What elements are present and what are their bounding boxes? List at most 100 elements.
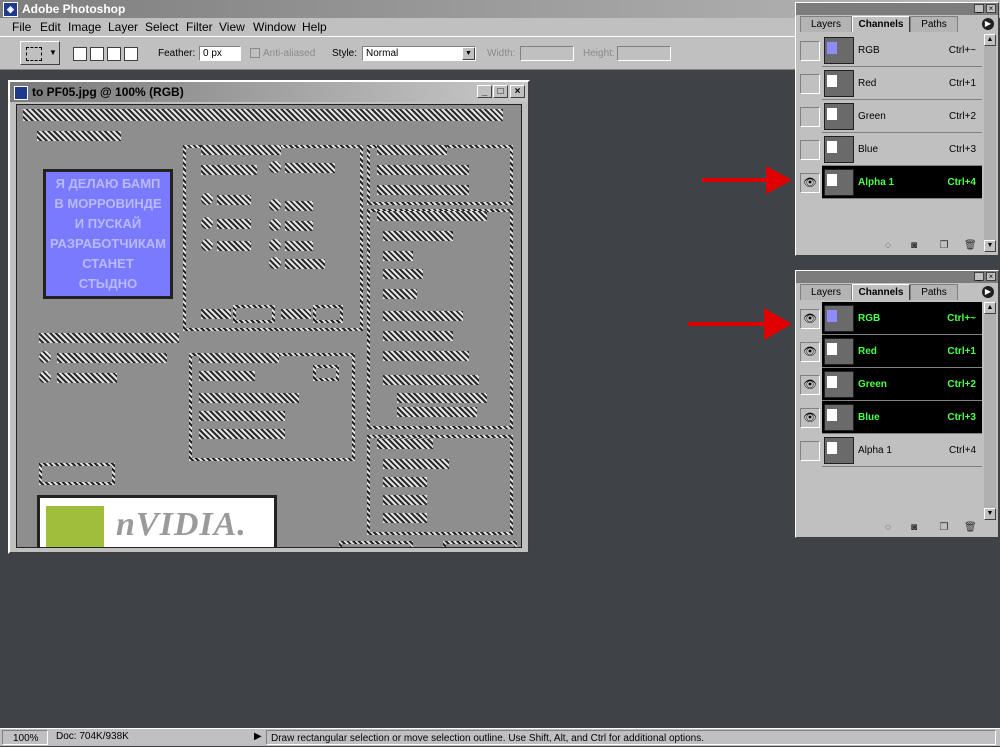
- visibility-toggle[interactable]: [800, 441, 820, 461]
- image-radio: [269, 257, 281, 269]
- image-label: [199, 371, 255, 381]
- channel-info[interactable]: Alpha 1 Ctrl+4: [822, 434, 982, 467]
- channel-info[interactable]: RGB Ctrl+~: [822, 34, 982, 67]
- tab-channels[interactable]: Channels: [852, 16, 910, 32]
- tab-layers[interactable]: Layers: [800, 284, 852, 300]
- panel-menu-icon[interactable]: ▶: [982, 18, 994, 30]
- new-channel-icon[interactable]: ❐: [938, 240, 950, 252]
- panel-title-bar[interactable]: _ ×: [796, 271, 998, 283]
- scroll-up-icon[interactable]: ▲: [984, 34, 996, 46]
- eye-icon[interactable]: 👁: [800, 408, 820, 428]
- channel-info[interactable]: Red Ctrl+1: [822, 335, 982, 368]
- menu-select[interactable]: Select: [145, 18, 178, 36]
- channel-row-red[interactable]: Red Ctrl+1: [798, 67, 1000, 100]
- scrollbar[interactable]: ▲ ▼: [984, 302, 996, 520]
- image-radio: [39, 371, 51, 383]
- play-arrow-icon[interactable]: ▶: [254, 729, 262, 745]
- tab-channels[interactable]: Channels: [852, 284, 910, 300]
- close-panel-button[interactable]: ×: [986, 4, 996, 13]
- minimize-panel-button[interactable]: _: [974, 4, 984, 13]
- scroll-up-icon[interactable]: ▲: [984, 302, 996, 314]
- channel-info[interactable]: Blue Ctrl+3: [822, 401, 982, 434]
- scroll-down-icon[interactable]: ▼: [984, 508, 996, 520]
- channel-shortcut: Ctrl+1: [949, 78, 976, 89]
- nvidia-logo-text: nVIDIA.: [116, 506, 247, 543]
- tab-paths[interactable]: Paths: [910, 16, 958, 32]
- channel-thumbnail: [824, 103, 854, 130]
- save-selection-icon[interactable]: ◙: [908, 240, 920, 252]
- minimize-button[interactable]: _: [477, 85, 492, 98]
- preview-line-1: Я ДЕЛАЮ БАМП: [55, 176, 161, 191]
- save-selection-icon[interactable]: ◙: [908, 522, 920, 534]
- image-label: [377, 439, 433, 449]
- height-input[interactable]: [617, 46, 671, 61]
- style-select[interactable]: Normal ▼: [362, 46, 476, 61]
- menu-window[interactable]: Window: [253, 18, 296, 36]
- visibility-toggle[interactable]: [800, 140, 820, 160]
- channel-row-red[interactable]: 👁 Red Ctrl+1: [798, 335, 1000, 368]
- menu-edit[interactable]: Edit: [40, 18, 61, 36]
- feather-input[interactable]: 0 px: [199, 46, 241, 61]
- channels-panel-bottom[interactable]: _ × Layers Channels Paths ▶ 👁 RGB Ctrl+~…: [795, 270, 999, 538]
- width-input[interactable]: [520, 46, 574, 61]
- channel-row-alpha[interactable]: Alpha 1 Ctrl+4: [798, 434, 1000, 467]
- antialiased-checkbox[interactable]: [250, 48, 260, 58]
- tab-paths[interactable]: Paths: [910, 284, 958, 300]
- menu-help[interactable]: Help: [302, 18, 327, 36]
- visibility-toggle[interactable]: [800, 107, 820, 127]
- load-selection-icon[interactable]: ◌: [882, 522, 894, 534]
- channels-panel-top[interactable]: _ × Layers Channels Paths ▶ RGB Ctrl+~ R…: [795, 2, 999, 256]
- trash-icon[interactable]: 🗑: [964, 522, 977, 534]
- eye-icon[interactable]: 👁: [800, 375, 820, 395]
- channel-shortcut: Ctrl+4: [949, 445, 976, 456]
- menu-layer[interactable]: Layer: [108, 18, 138, 36]
- menu-image[interactable]: Image: [68, 18, 101, 36]
- close-panel-button[interactable]: ×: [986, 272, 996, 281]
- channel-row-green[interactable]: 👁 Green Ctrl+2: [798, 368, 1000, 401]
- document-title-bar[interactable]: to PF05.jpg @ 100% (RGB) _ □ ×: [10, 82, 528, 102]
- trash-icon[interactable]: 🗑: [964, 240, 977, 252]
- load-selection-icon[interactable]: ◌: [882, 240, 894, 252]
- menu-file[interactable]: File: [12, 18, 31, 36]
- channel-row-rgb[interactable]: RGB Ctrl+~: [798, 34, 1000, 67]
- visibility-toggle[interactable]: [800, 74, 820, 94]
- document-canvas[interactable]: Я ДЕЛАЮ БАМП В МОРРОВИНДЕ И ПУСКАЙ РАЗРА…: [16, 104, 522, 548]
- image-label: [217, 219, 251, 229]
- visibility-toggle[interactable]: [800, 41, 820, 61]
- menu-view[interactable]: View: [219, 18, 245, 36]
- eye-icon[interactable]: 👁: [800, 173, 820, 193]
- maximize-button[interactable]: □: [493, 85, 508, 98]
- channel-row-blue[interactable]: Blue Ctrl+3: [798, 133, 1000, 166]
- channel-row-blue[interactable]: 👁 Blue Ctrl+3: [798, 401, 1000, 434]
- preview-line-6: СТЫДНО: [78, 276, 138, 291]
- scrollbar[interactable]: ▲ ▼: [984, 34, 996, 252]
- channel-info[interactable]: RGB Ctrl+~: [822, 302, 982, 335]
- channel-info[interactable]: Green Ctrl+2: [822, 100, 982, 133]
- channel-row-rgb[interactable]: 👁 RGB Ctrl+~: [798, 302, 1000, 335]
- image-label: [37, 131, 121, 141]
- document-window[interactable]: to PF05.jpg @ 100% (RGB) _ □ × Я ДЕЛАЮ Б…: [8, 80, 530, 554]
- channel-row-alpha[interactable]: 👁 Alpha 1 Ctrl+4: [798, 166, 1000, 199]
- new-selection-icon[interactable]: [73, 47, 87, 61]
- minimize-panel-button[interactable]: _: [974, 272, 984, 281]
- add-selection-icon[interactable]: [90, 47, 104, 61]
- channel-info[interactable]: Red Ctrl+1: [822, 67, 982, 100]
- image-label: [377, 185, 469, 195]
- eye-icon[interactable]: 👁: [800, 342, 820, 362]
- panel-title-bar[interactable]: _ ×: [796, 3, 998, 15]
- channel-info[interactable]: Green Ctrl+2: [822, 368, 982, 401]
- tool-preset-picker[interactable]: ▼: [20, 41, 60, 65]
- close-button[interactable]: ×: [510, 85, 525, 98]
- tab-layers[interactable]: Layers: [800, 16, 852, 32]
- new-channel-icon[interactable]: ❐: [938, 522, 950, 534]
- panel-menu-icon[interactable]: ▶: [982, 286, 994, 298]
- intersect-selection-icon[interactable]: [124, 47, 138, 61]
- channel-row-green[interactable]: Green Ctrl+2: [798, 100, 1000, 133]
- eye-icon[interactable]: 👁: [800, 309, 820, 329]
- channel-info[interactable]: Alpha 1 Ctrl+4: [822, 166, 982, 199]
- zoom-field[interactable]: 100%: [2, 730, 48, 745]
- channel-info[interactable]: Blue Ctrl+3: [822, 133, 982, 166]
- subtract-selection-icon[interactable]: [107, 47, 121, 61]
- scroll-down-icon[interactable]: ▼: [984, 240, 996, 252]
- menu-filter[interactable]: Filter: [186, 18, 213, 36]
